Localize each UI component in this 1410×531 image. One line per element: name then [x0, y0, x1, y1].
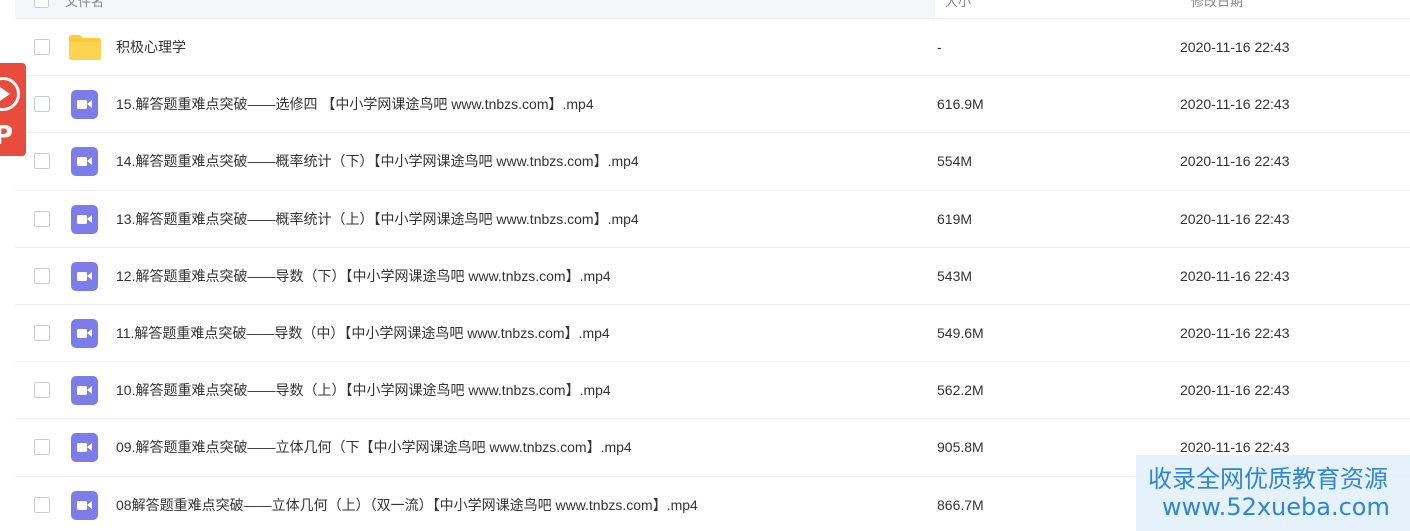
- video-file-icon: [68, 318, 102, 348]
- file-name-link[interactable]: 13.解答题重难点突破——概率统计（上）【中小学网课途鸟吧 www.tnbzs.…: [116, 191, 639, 247]
- row-checkbox[interactable]: [34, 496, 50, 513]
- select-all-checkbox[interactable]: [34, 0, 49, 8]
- side-app-badge[interactable]: P: [0, 63, 26, 156]
- video-file-icon: [68, 375, 102, 406]
- video-file-icon: [68, 261, 102, 291]
- file-row[interactable]: 11.解答题重难点突破——导数（中）【中小学网课途鸟吧 www.tnbzs.co…: [15, 305, 1410, 363]
- header-size-column[interactable]: 大小: [945, 0, 971, 18]
- row-checkbox[interactable]: [34, 39, 50, 55]
- file-row[interactable]: 12.解答题重难点突破——导数（下）【中小学网课途鸟吧 www.tnbzs.co…: [15, 248, 1410, 305]
- file-modified-date: 2020-11-16 22:43: [1180, 153, 1290, 170]
- file-modified-date: 2020-11-16 22:43: [1180, 96, 1290, 113]
- folder-icon: [68, 32, 102, 62]
- file-size: 543M: [937, 267, 973, 284]
- file-row[interactable]: 积极心理学 - 2020-11-16 22:43: [15, 19, 1410, 77]
- row-checkbox[interactable]: [34, 267, 50, 284]
- row-checkbox[interactable]: [34, 96, 50, 113]
- file-modified-date: 2020-11-16 22:43: [1180, 382, 1290, 399]
- file-list-header: 文件名 大小 修改日期: [15, 0, 1410, 19]
- file-size: 562.2M: [937, 382, 984, 399]
- file-row[interactable]: 13.解答题重难点突破——概率统计（上）【中小学网课途鸟吧 www.tnbzs.…: [15, 191, 1410, 248]
- row-checkbox[interactable]: [34, 210, 50, 227]
- file-name-link[interactable]: 14.解答题重难点突破——概率统计（下）【中小学网课途鸟吧 www.tnbzs.…: [116, 133, 639, 189]
- video-file-icon: [68, 89, 102, 120]
- file-name-link[interactable]: 08解答题重难点突破——立体几何（上）（双一流）【中小学网课途鸟吧 www.tn…: [116, 477, 698, 531]
- play-icon: [0, 87, 10, 101]
- file-row[interactable]: 14.解答题重难点突破——概率统计（下）【中小学网课途鸟吧 www.tnbzs.…: [15, 133, 1410, 191]
- watermark-slogan: 收录全网优质教育资源: [1148, 465, 1388, 493]
- row-checkbox[interactable]: [34, 439, 50, 456]
- header-date-label: 修改日期: [1191, 0, 1244, 9]
- file-modified-date: 2020-11-16 22:43: [1180, 267, 1290, 284]
- header-name-column[interactable]: 文件名: [15, 0, 935, 18]
- header-name-label: 文件名: [65, 0, 105, 9]
- file-modified-date: 2020-11-16 22:43: [1180, 324, 1290, 341]
- video-file-icon: [68, 146, 102, 177]
- file-name-link[interactable]: 15.解答题重难点突破——选修四 【中小学网课途鸟吧 www.tnbzs.com…: [116, 76, 594, 132]
- file-row[interactable]: 10.解答题重难点突破——导数（上）【中小学网课途鸟吧 www.tnbzs.co…: [15, 362, 1410, 420]
- row-checkbox[interactable]: [34, 153, 50, 170]
- video-file-icon: [68, 204, 102, 234]
- row-checkbox[interactable]: [34, 324, 50, 341]
- header-size-label: 大小: [945, 0, 972, 9]
- watermark-url: www.52xueba.com: [1162, 493, 1390, 521]
- file-size: 619M: [937, 210, 973, 227]
- video-file-icon: [68, 432, 102, 463]
- file-size: 554M: [937, 153, 973, 170]
- file-name-link[interactable]: 积极心理学: [116, 19, 186, 75]
- file-name-link[interactable]: 11.解答题重难点突破——导数（中）【中小学网课途鸟吧 www.tnbzs.co…: [116, 305, 610, 361]
- file-size: -: [937, 39, 942, 55]
- file-modified-date: 2020-11-16 22:43: [1180, 210, 1290, 227]
- video-file-icon: [68, 490, 102, 520]
- file-modified-date: 2020-11-16 22:43: [1180, 39, 1290, 55]
- file-size: 866.7M: [937, 496, 984, 513]
- file-list-page: 文件名 大小 修改日期 积极心理学 - 2020-11-16 22:43 15.解答题…: [0, 0, 1410, 531]
- file-row[interactable]: 15.解答题重难点突破——选修四 【中小学网课途鸟吧 www.tnbzs.com…: [15, 76, 1410, 134]
- row-checkbox[interactable]: [34, 382, 50, 399]
- file-size: 616.9M: [937, 96, 984, 113]
- watermark: 收录全网优质教育资源 www.52xueba.com: [1136, 455, 1410, 531]
- header-date-column[interactable]: 修改日期: [1191, 0, 1243, 18]
- file-name-link[interactable]: 12.解答题重难点突破——导数（下）【中小学网课途鸟吧 www.tnbzs.co…: [116, 248, 611, 304]
- file-name-link[interactable]: 10.解答题重难点突破——导数（上）【中小学网课途鸟吧 www.tnbzs.co…: [116, 362, 611, 418]
- file-size: 549.6M: [937, 324, 984, 341]
- file-size: 905.8M: [937, 439, 984, 456]
- file-name-link[interactable]: 09.解答题重难点突破——立体几何（下【中小学网课途鸟吧 www.tnbzs.c…: [116, 419, 632, 475]
- badge-letter: P: [0, 121, 14, 151]
